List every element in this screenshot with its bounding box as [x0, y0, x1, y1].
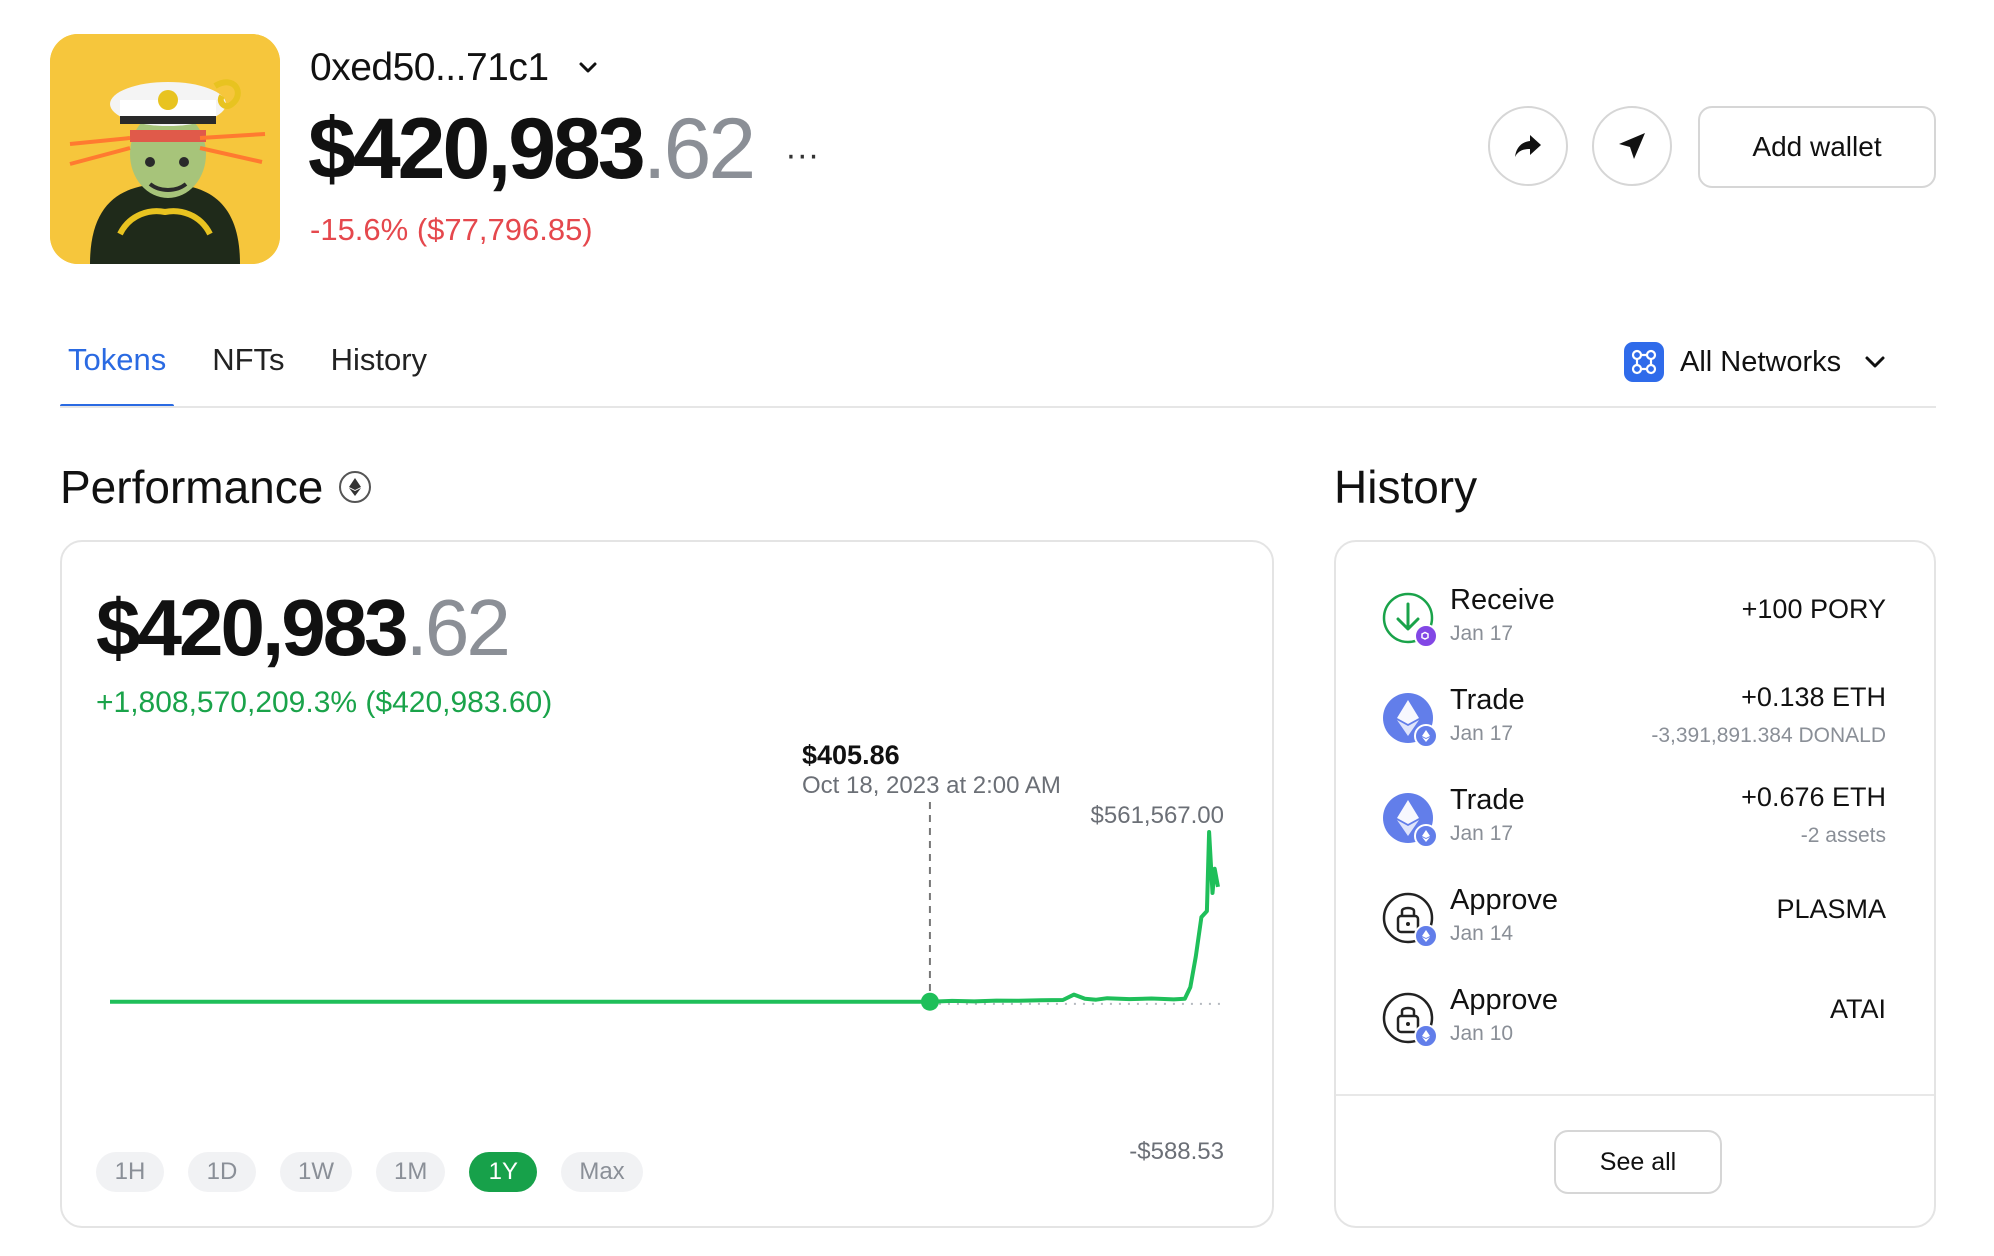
ethereum-icon: [339, 471, 372, 503]
chart-hover-point: [920, 992, 939, 1011]
range-1d-button[interactable]: 1D: [188, 1152, 256, 1192]
add-wallet-button[interactable]: Add wallet: [1698, 106, 1936, 188]
balance-dollars: $420,983: [308, 101, 646, 197]
history-type: Approve: [1450, 984, 1559, 1016]
eth-badge-icon: [1414, 1024, 1438, 1048]
history-sub-amount: -3,391,891.384 DONALD: [1651, 724, 1886, 747]
chart-hover-date: Oct 18, 2023 at 2:00 AM: [802, 772, 1061, 799]
chart-max-label: $561,567.00: [1090, 802, 1224, 829]
eth-icon: [1382, 692, 1438, 748]
wallet-address: 0xed50...71c1: [310, 46, 549, 89]
network-selector[interactable]: All Networks: [1624, 342, 1887, 382]
tab-tokens[interactable]: Tokens: [60, 336, 175, 408]
history-sub-amount: -2 assets: [1800, 824, 1886, 847]
history-row[interactable]: Approve Jan 14 PLASMA: [1336, 872, 1934, 962]
chart-min-label: -$588.53: [1129, 1138, 1224, 1165]
history-amount: ATAI: [1829, 994, 1886, 1024]
history-row[interactable]: Receive Jan 17 +100 PORY: [1336, 572, 1934, 662]
eth-icon: [1382, 792, 1438, 848]
wallet-avatar: [50, 34, 280, 264]
share-arrow-icon: [1515, 135, 1541, 157]
history-date: Jan 17: [1450, 822, 1514, 845]
history-date: Jan 14: [1450, 922, 1514, 945]
network-label: All Networks: [1680, 345, 1842, 378]
tab-nfts[interactable]: NFTs: [204, 336, 292, 402]
history-type: Trade: [1450, 784, 1525, 816]
history-type: Approve: [1450, 884, 1559, 916]
history-row[interactable]: Trade Jan 17 +0.676 ETH -2 assets: [1336, 772, 1934, 862]
history-amount: PLASMA: [1776, 894, 1886, 924]
history-amount: +100 PORY: [1741, 594, 1886, 624]
range-1y-button[interactable]: 1Y: [469, 1152, 538, 1192]
send-button[interactable]: [1592, 106, 1672, 186]
history-title: History: [1334, 461, 1478, 513]
performance-card: $420,983.62 +1,808,570,209.3% ($420,983.…: [60, 540, 1274, 1228]
send-icon: [1619, 133, 1645, 159]
chart-hover-value: $405.86: [802, 740, 900, 770]
history-row[interactable]: Trade Jan 17 +0.138 ETH -3,391,891.384 D…: [1336, 672, 1934, 762]
main-tabs: Tokens NFTs History: [60, 336, 465, 408]
eth-badge-icon: [1414, 724, 1438, 748]
eth-badge-icon: [1414, 924, 1438, 948]
tabs-divider: [60, 406, 1936, 408]
balance-cents: .62: [642, 101, 757, 197]
share-button[interactable]: [1488, 106, 1568, 186]
performance-heading: Performance: [60, 460, 372, 514]
range-1h-button[interactable]: 1H: [96, 1152, 164, 1192]
history-amount: +0.138 ETH: [1741, 682, 1886, 712]
chevron-down-icon: [1863, 350, 1887, 374]
history-card: Receive Jan 17 +100 PORY Trade Jan 17 +0…: [1334, 540, 1936, 1228]
lock-icon: [1382, 892, 1438, 948]
chevron-down-icon: [577, 57, 599, 79]
range-1w-button[interactable]: 1W: [280, 1152, 352, 1192]
time-range-selector: 1H 1D 1W 1M 1Y Max: [96, 1152, 667, 1192]
eth-badge-icon: [1414, 824, 1438, 848]
history-divider: [1336, 1094, 1934, 1096]
history-date: Jan 10: [1450, 1022, 1514, 1045]
history-amount: +0.676 ETH: [1741, 782, 1886, 812]
more-options-button[interactable]: ···: [785, 136, 819, 175]
chart-series-line: [110, 830, 1220, 1004]
lock-icon: [1382, 992, 1438, 1048]
performance-title: Performance: [60, 461, 324, 513]
wallet-balance: $420,983.62 ···: [308, 100, 819, 199]
see-all-button[interactable]: See all: [1554, 1130, 1722, 1194]
tab-history[interactable]: History: [323, 336, 435, 402]
receive-icon: [1382, 592, 1438, 648]
history-date: Jan 17: [1450, 722, 1514, 745]
wallet-selector[interactable]: 0xed50...71c1: [310, 46, 599, 90]
performance-chart[interactable]: [62, 542, 1276, 1230]
nft-avatar-image: [50, 34, 280, 264]
polygon-icon: [1414, 624, 1438, 648]
range-1m-button[interactable]: 1M: [376, 1152, 446, 1192]
history-row[interactable]: Approve Jan 10 ATAI: [1336, 972, 1934, 1062]
history-type: Trade: [1450, 684, 1525, 716]
networks-icon: [1624, 342, 1664, 382]
balance-change: -15.6% ($77,796.85): [310, 212, 593, 247]
range-max-button[interactable]: Max: [561, 1152, 643, 1192]
history-type: Receive: [1450, 584, 1555, 616]
history-date: Jan 17: [1450, 622, 1514, 645]
